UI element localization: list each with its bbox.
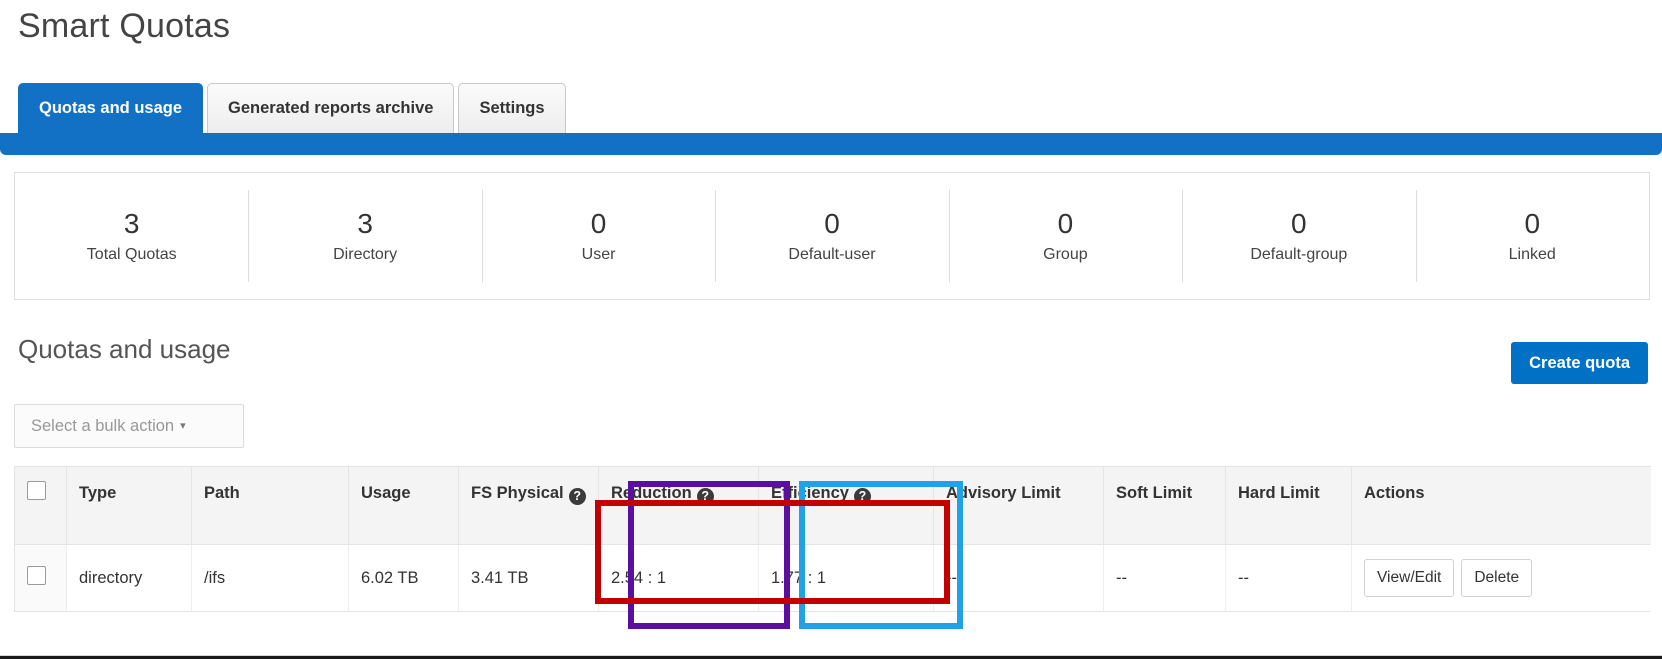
quota-summary-card: 3 Total Quotas 3 Directory 0 User 0 Defa… [14,172,1650,300]
column-header-efficiency-label: Efficiency [771,484,849,502]
summary-item-directory: 3 Directory [248,173,481,299]
summary-item-linked: 0 Linked [1415,173,1649,299]
summary-label-linked: Linked [1508,246,1556,263]
summary-label-default-user: Default-user [788,246,876,263]
row-select-checkbox[interactable] [27,565,46,585]
create-quota-button[interactable]: Create quota [1511,342,1648,384]
column-header-fs-physical-label: FS Physical [471,484,564,502]
column-header-reduction[interactable]: Reduction? [598,466,759,545]
tab-generated-reports-archive-label: Generated reports archive [228,99,434,117]
summary-label-group: Group [1043,246,1088,263]
chevron-down-icon: ▾ [180,419,186,432]
column-header-hard-limit-label: Hard Limit [1238,484,1320,502]
cell-usage: 6.02 TB [348,544,459,612]
column-header-fs-physical[interactable]: FS Physical? [458,466,599,545]
summary-item-default-user: 0 Default-user [715,173,948,299]
delete-button[interactable]: Delete [1461,559,1533,597]
quotas-table-header: Type Path Usage FS Physical? Reduction? … [14,466,1651,545]
column-header-select-all [14,466,67,545]
tab-quotas-and-usage-label: Quotas and usage [39,99,183,117]
summary-item-group: 0 Group [948,173,1182,299]
cell-reduction: 2.54 : 1 [598,544,759,612]
tab-list: Quotas and usage Generated reports archi… [18,83,566,133]
cell-type: directory [66,544,192,612]
help-icon-efficiency[interactable]: ? [853,488,871,505]
summary-value-group: 0 [1057,208,1074,239]
column-header-actions-label: Actions [1364,484,1425,502]
section-title: Quotas and usage [18,334,231,364]
summary-label-total-quotas: Total Quotas [86,246,177,263]
summary-value-total-quotas: 3 [123,208,140,239]
quotas-table-container: Type Path Usage FS Physical? Reduction? … [14,466,1651,646]
column-header-reduction-label: Reduction [611,484,692,502]
cell-path: /ifs [191,544,349,612]
tab-quotas-and-usage[interactable]: Quotas and usage [18,83,204,133]
column-header-hard-limit[interactable]: Hard Limit [1225,466,1352,545]
cell-hard-limit: -- [1225,544,1352,612]
help-icon-reduction[interactable]: ? [696,488,714,505]
view-edit-button[interactable]: View/Edit [1364,559,1455,597]
column-header-path-label: Path [204,484,240,502]
column-header-usage[interactable]: Usage [348,466,459,545]
summary-item-default-group: 0 Default-group [1182,173,1415,299]
quotas-table: Type Path Usage FS Physical? Reduction? … [14,466,1651,612]
tab-generated-reports-archive[interactable]: Generated reports archive [207,83,455,133]
tab-strip: Quotas and usage Generated reports archi… [0,83,1662,155]
summary-value-directory: 3 [357,208,373,239]
table-row: directory /ifs 6.02 TB 3.41 TB 2.54 : 1 … [14,544,1651,612]
column-header-type-label: Type [79,484,117,502]
column-header-efficiency[interactable]: Efficiency? [758,466,934,545]
summary-value-default-group: 0 [1291,208,1307,239]
cell-actions: View/Edit Delete [1351,544,1651,612]
bulk-action-dropdown[interactable]: Select a bulk action ▾ [14,404,244,448]
summary-label-default-group: Default-group [1250,246,1348,263]
cell-advisory-limit: -- [933,544,1104,612]
tab-settings-label: Settings [479,99,545,117]
summary-item-total-quotas: 3 Total Quotas [15,173,248,299]
summary-item-user: 0 User [481,173,715,299]
column-header-soft-limit-label: Soft Limit [1116,484,1193,502]
quotas-table-body: directory /ifs 6.02 TB 3.41 TB 2.54 : 1 … [14,544,1651,612]
select-all-checkbox[interactable] [27,481,46,500]
table-header-row: Type Path Usage FS Physical? Reduction? … [14,466,1651,545]
tab-settings[interactable]: Settings [458,83,566,133]
row-select-cell [14,544,67,612]
page-title: Smart Quotas [18,7,231,45]
column-header-advisory-limit-label: Advisory Limit [946,484,1061,502]
bulk-action-label: Select a bulk action [31,416,175,435]
summary-label-directory: Directory [333,246,398,263]
summary-label-user: User [581,246,616,263]
help-icon-fs-physical[interactable]: ? [568,488,586,505]
cell-fs-physical: 3.41 TB [458,544,599,612]
cell-soft-limit: -- [1103,544,1226,612]
column-header-soft-limit[interactable]: Soft Limit [1103,466,1226,545]
column-header-type[interactable]: Type [66,466,192,545]
column-header-actions: Actions [1351,466,1651,545]
column-header-path[interactable]: Path [191,466,349,545]
column-header-usage-label: Usage [361,484,411,502]
summary-value-default-user: 0 [824,208,840,239]
cell-efficiency: 1.77 : 1 [758,544,934,612]
summary-value-user: 0 [590,208,607,239]
summary-value-linked: 0 [1524,208,1541,239]
tab-strip-underline [0,133,1662,155]
column-header-advisory-limit[interactable]: Advisory Limit [933,466,1104,545]
